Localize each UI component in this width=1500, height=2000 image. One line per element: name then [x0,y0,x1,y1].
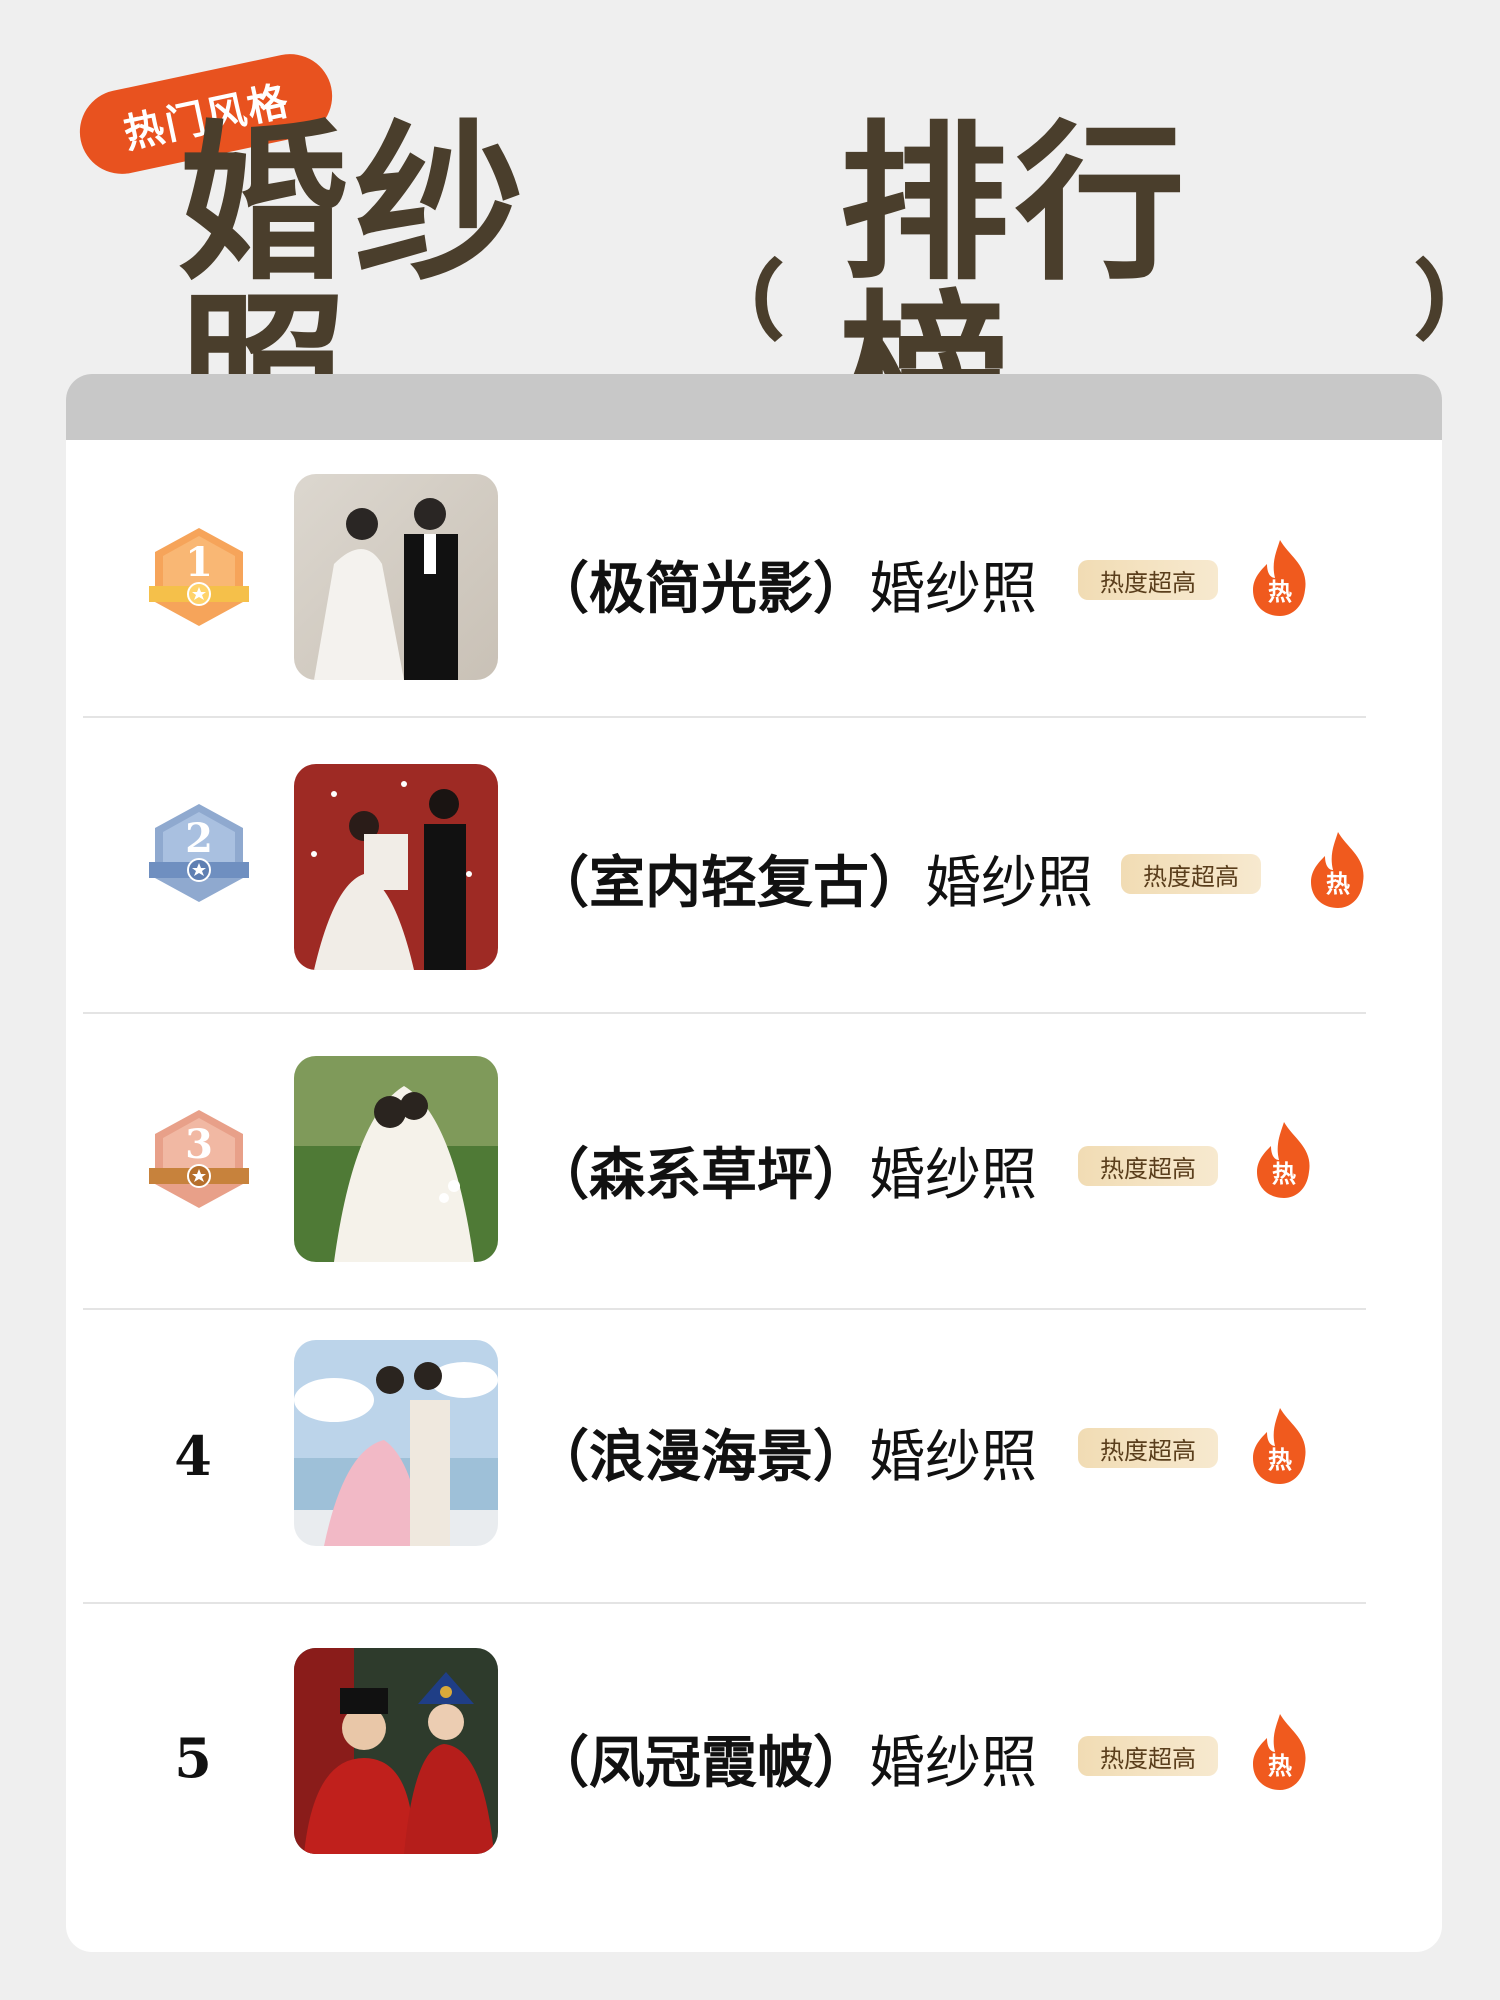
rank-number-1: 1 [185,539,213,586]
item-suffix: 婚纱照 [869,1143,1037,1208]
item-style-name: （室内轻复古） [533,851,925,916]
list-item[interactable]: 3 （森系草坪）婚纱照 热度超高 热 [83,1012,1366,1310]
silver-medal-icon: 2 [149,804,249,902]
list-item[interactable]: 1 （极简光影）婚纱照 热度超高 热 [83,440,1366,718]
item-style-name: （极简光影） [533,557,869,622]
title-bracket-open: ﹙ [709,220,829,359]
ranking-card: 1 （极简光影）婚纱照 热度超高 热 2 （室内轻复古）婚纱照 热度超高 热 3… [66,374,1442,1952]
item-suffix: 婚纱照 [925,851,1093,916]
hot-label: 热 [1268,578,1292,606]
hot-label: 热 [1326,870,1350,898]
item-suffix: 婚纱照 [869,1731,1037,1796]
list-item[interactable]: 5 （凤冠霞帔）婚纱照 热度超高 热 [83,1602,1366,1902]
item-style-name: （凤冠霞帔） [533,1731,869,1796]
popularity-tag: 热度超高 [1121,854,1261,894]
item-title: （极简光影）婚纱照 [533,544,1037,625]
item-title: （浪漫海景）婚纱照 [533,1412,1037,1493]
wedding-photo-romantic-seaside[interactable] [294,1340,498,1546]
title-bracket-close: ﹚ [1370,220,1490,359]
wedding-photo-phoenix-crown[interactable] [294,1648,498,1854]
gold-medal-icon: 1 [149,528,249,626]
hot-flame-icon: 热 [1253,1120,1315,1200]
item-suffix: 婚纱照 [869,1425,1037,1490]
hot-flame-icon: 热 [1249,538,1311,618]
hot-label: 热 [1268,1446,1292,1474]
wedding-photo-forest-lawn[interactable] [294,1056,498,1262]
hot-flame-icon: 热 [1249,1712,1311,1792]
hot-label: 热 [1268,1752,1292,1780]
rank-number-3: 3 [185,1121,213,1168]
item-suffix: 婚纱照 [869,557,1037,622]
popularity-tag: 热度超高 [1078,1736,1218,1776]
rank-number-4: 4 [174,1424,212,1488]
hot-flame-icon: 热 [1249,1406,1311,1486]
wedding-photo-minimal-light[interactable] [294,474,498,680]
item-style-name: （森系草坪） [533,1143,869,1208]
rank-number-5: 5 [174,1726,212,1790]
item-title: （凤冠霞帔）婚纱照 [533,1718,1037,1799]
card-header-bar [66,374,1442,440]
wedding-photo-indoor-retro[interactable] [294,764,498,970]
item-style-name: （浪漫海景） [533,1425,869,1490]
popularity-tag: 热度超高 [1078,1428,1218,1468]
popularity-tag: 热度超高 [1078,560,1218,600]
list-item[interactable]: 2 （室内轻复古）婚纱照 热度超高 热 [83,716,1366,1014]
item-title: （森系草坪）婚纱照 [533,1130,1037,1211]
item-title: （室内轻复古）婚纱照 [533,838,1093,919]
popularity-tag: 热度超高 [1078,1146,1218,1186]
hot-label: 热 [1272,1160,1296,1188]
bronze-medal-icon: 3 [149,1110,249,1208]
hot-flame-icon: 热 [1307,830,1369,910]
rank-number-2: 2 [185,815,213,862]
list-item[interactable]: 4 （浪漫海景）婚纱照 热度超高 热 [83,1308,1366,1604]
